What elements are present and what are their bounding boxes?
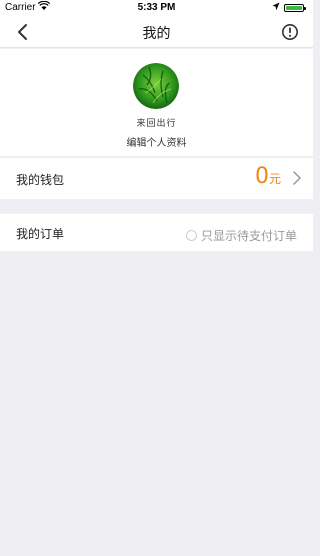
clock: 5:33 PM xyxy=(137,2,176,13)
nickname: 来回出行 xyxy=(136,119,177,129)
orders-label: 我的订单 xyxy=(16,227,65,241)
wallet-amount: 0 xyxy=(254,164,269,189)
profile-header: 来回出行 编辑个人资料 xyxy=(0,49,313,157)
exclamation-circle-icon[interactable] xyxy=(281,23,299,41)
page-title: 我的 xyxy=(142,26,171,42)
filter-label: 只显示待支付订单 xyxy=(201,229,298,243)
edit-profile-link[interactable]: 编辑个人资料 xyxy=(0,134,313,149)
chevron-right-icon xyxy=(293,171,301,185)
navigation-bar: 我的 xyxy=(0,16,313,48)
wallet-balance: 0元 xyxy=(255,164,281,189)
orders-row[interactable]: 我的订单 只显示待支付订单 xyxy=(0,214,313,251)
wallet-unit: 元 xyxy=(268,172,281,186)
battery-icon xyxy=(284,4,306,12)
status-bar: Carrier 5:33 PM xyxy=(0,0,313,16)
radio-button[interactable] xyxy=(186,230,197,241)
location-arrow-icon xyxy=(272,2,280,11)
avatar-image xyxy=(133,63,179,109)
wallet-row[interactable]: 我的钱包 0元 xyxy=(0,158,313,199)
pending-payment-filter[interactable]: 只显示待支付订单 xyxy=(186,225,297,244)
wallet-label: 我的钱包 xyxy=(16,173,65,187)
avatar[interactable] xyxy=(133,63,179,109)
